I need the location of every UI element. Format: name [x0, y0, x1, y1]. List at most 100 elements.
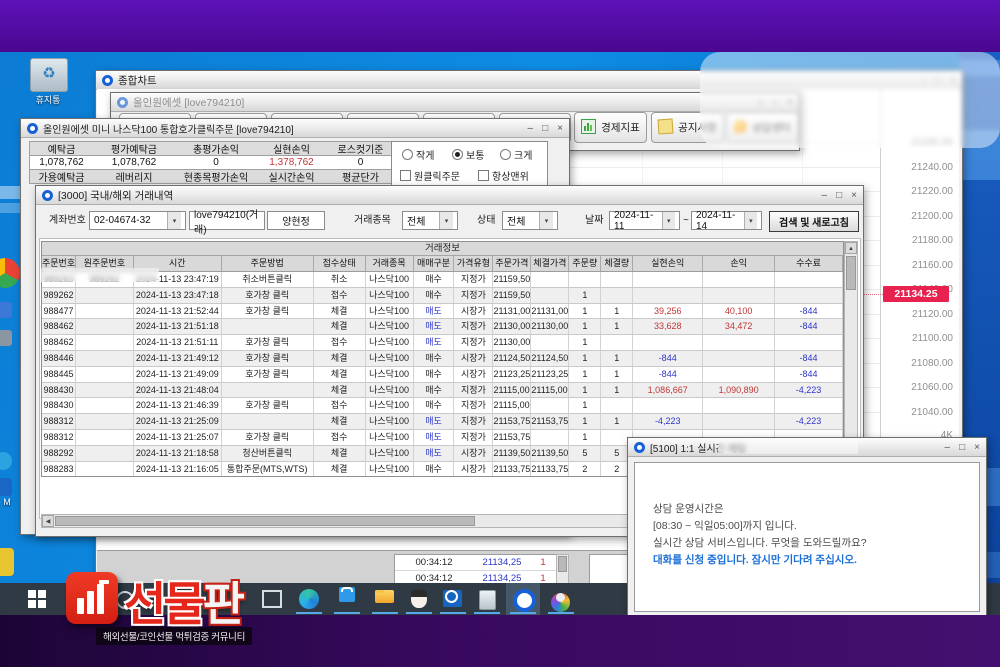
- table-row[interactable]: 9884622024-11-13 21:51:18체결나스닥100매도지정가21…: [42, 319, 843, 335]
- column-header[interactable]: 매매구분: [414, 256, 455, 271]
- date-to-select[interactable]: 2024-11-14▾: [691, 211, 762, 230]
- account-name-field[interactable]: 양현정: [267, 211, 325, 230]
- support-center-button[interactable]: 상담센터: [726, 112, 799, 143]
- minimize-icon[interactable]: –: [822, 190, 828, 201]
- table-cell: 988430: [42, 383, 76, 398]
- chat-message-area[interactable]: 상담 운영시간은 [08:30 ~ 익일05:00]까지 입니다. 실시간 상담…: [634, 462, 980, 612]
- table-cell: 호가창 클릭: [222, 430, 314, 445]
- close-icon[interactable]: ×: [851, 190, 857, 201]
- table-cell: 21159,500: [493, 272, 531, 287]
- table-cell: 21124,500: [493, 351, 531, 366]
- scroll-left-icon[interactable]: ◀: [42, 515, 54, 527]
- table-cell: 체결: [314, 383, 366, 398]
- table-cell: -4,223: [775, 414, 843, 429]
- column-header[interactable]: 거래종목: [366, 256, 414, 271]
- status-select[interactable]: 전체▾: [502, 211, 558, 230]
- desktop-shortcut-icon[interactable]: [0, 548, 14, 576]
- table-row[interactable]: 9884452024-11-13 21:49:09호가창 클릭체결나스닥100매…: [42, 367, 843, 383]
- column-header[interactable]: 주문가격: [493, 256, 531, 271]
- symbol-select[interactable]: 전체▾: [402, 211, 458, 230]
- column-header[interactable]: 주문량: [569, 256, 601, 271]
- size-radio-large[interactable]: 크게: [500, 147, 532, 162]
- table-cell: [633, 335, 703, 350]
- close-icon[interactable]: ×: [950, 75, 956, 86]
- deposit-value: 0: [326, 155, 396, 170]
- asset-window-titlebar[interactable]: 올인원에셋 [love794210] ○ – ×: [111, 93, 799, 112]
- date-from-select[interactable]: 2024-11-11▾: [609, 211, 680, 230]
- size-radio-normal[interactable]: 보통: [452, 147, 484, 162]
- minimize-icon[interactable]: –: [773, 97, 779, 108]
- always-on-top-checkbox[interactable]: 항상맨위: [478, 168, 529, 183]
- scroll-up-icon[interactable]: ▲: [845, 242, 857, 254]
- history-window-titlebar[interactable]: [3000] 국내/해외 거래내역 – □ ×: [36, 186, 863, 205]
- table-cell: 호가창 클릭: [222, 304, 314, 319]
- deposit-value: 1,378,762: [257, 155, 327, 170]
- checkbox-icon: [400, 170, 411, 181]
- chat-window-titlebar[interactable]: [5100] 1:1 실시간 채팅 – □ ×: [628, 438, 986, 457]
- column-header[interactable]: 주문번호: [42, 256, 76, 271]
- qq-taskbar-icon[interactable]: [408, 588, 430, 610]
- task-view-taskbar-icon[interactable]: [260, 588, 282, 610]
- table-row[interactable]: 9884622024-11-13 21:51:11호가창 클릭접수나스닥100매…: [42, 335, 843, 351]
- close-icon[interactable]: ×: [557, 123, 563, 134]
- chart-window-titlebar[interactable]: 종합차트 – □ ×: [96, 71, 962, 90]
- watermark-tagline: 해외선물/코인선물 먹튀검증 커뮤니티: [96, 627, 252, 645]
- table-row[interactable]: 9884462024-11-13 21:49:12호가창 클릭체결나스닥100매…: [42, 351, 843, 367]
- chevron-down-icon: ▾: [167, 212, 181, 229]
- table-row[interactable]: 9884302024-11-13 21:46:39호가창 클릭접수나스닥100매…: [42, 398, 843, 414]
- file-explorer-taskbar-icon[interactable]: [374, 588, 396, 610]
- maximize-icon[interactable]: □: [959, 442, 965, 453]
- column-header[interactable]: 체결량: [601, 256, 633, 271]
- table-row[interactable]: 9892639892622024-11-13 23:47:19취소버튼클릭취소나…: [42, 272, 843, 288]
- minimize-icon[interactable]: –: [921, 75, 927, 86]
- table-row[interactable]: 9884302024-11-13 21:48:04체결나스닥100매수지정가21…: [42, 383, 843, 399]
- column-header[interactable]: 실현손익: [633, 256, 703, 271]
- column-header[interactable]: 가격유형: [454, 256, 493, 271]
- store-taskbar-icon[interactable]: [336, 588, 358, 610]
- column-header[interactable]: 접수상태: [314, 256, 366, 271]
- close-icon[interactable]: ×: [787, 97, 793, 108]
- minimize-icon[interactable]: –: [528, 123, 534, 134]
- maximize-icon[interactable]: □: [836, 190, 842, 201]
- close-icon[interactable]: ×: [974, 442, 980, 453]
- edge-taskbar-icon[interactable]: [298, 588, 320, 610]
- history-window-title: [3000] 국내/해외 거래내역: [58, 188, 173, 203]
- notepad-taskbar-icon[interactable]: [476, 588, 498, 610]
- one-click-order-checkbox[interactable]: 원클릭주문: [400, 168, 460, 183]
- table-cell: 21130,000: [531, 319, 569, 334]
- start-button[interactable]: [28, 590, 46, 608]
- size-radio-small[interactable]: 작게: [402, 147, 434, 162]
- economic-indicators-button[interactable]: 경제지표: [574, 112, 647, 143]
- table-cell: 지정가: [454, 430, 493, 445]
- column-header[interactable]: 체결가격: [531, 256, 569, 271]
- search-refresh-button[interactable]: 검색 및 새로고침: [769, 211, 859, 232]
- table-cell: 21130,000: [493, 335, 531, 350]
- desktop-shortcut-icon[interactable]: [0, 478, 12, 496]
- maximize-icon[interactable]: □: [935, 75, 941, 86]
- desktop-shortcut-icon[interactable]: [0, 302, 12, 318]
- column-header[interactable]: 수수료: [775, 256, 843, 271]
- table-cell: [222, 319, 314, 334]
- column-header[interactable]: 시간: [134, 256, 222, 271]
- notices-button[interactable]: 공지사항: [651, 112, 724, 143]
- trading-app-taskbar-icon[interactable]: [512, 588, 534, 610]
- pin-icon[interactable]: ○: [758, 97, 764, 108]
- minimize-icon[interactable]: –: [945, 442, 951, 453]
- table-cell: 33,628: [633, 319, 703, 334]
- table-row[interactable]: 9883122024-11-13 21:25:09체결나스닥100매도지정가21…: [42, 414, 843, 430]
- table-row[interactable]: 9884772024-11-13 21:52:44호가창 클릭체결나스닥100매…: [42, 304, 843, 320]
- column-header[interactable]: 주문방법: [222, 256, 314, 271]
- column-header[interactable]: 원주문번호: [76, 256, 134, 271]
- time-sales-row[interactable]: 00:34:1221134,251: [395, 555, 557, 571]
- account-select[interactable]: 02-04674-32▾: [89, 211, 186, 230]
- paint-taskbar-icon[interactable]: [550, 588, 572, 610]
- desktop-shortcut-icon[interactable]: [0, 330, 12, 346]
- account-id-field[interactable]: love794210(거래): [189, 211, 265, 230]
- outlook-taskbar-icon[interactable]: [442, 588, 464, 610]
- column-header[interactable]: 손익: [703, 256, 775, 271]
- maximize-icon[interactable]: □: [542, 123, 548, 134]
- table-cell: 988312: [42, 430, 76, 445]
- order-window-titlebar[interactable]: 올인원에셋 미니 나스닥100 통합호가클릭주문 [love794210] – …: [21, 119, 569, 138]
- table-row[interactable]: 9892622024-11-13 23:47:18호가창 클릭접수나스닥100매…: [42, 288, 843, 304]
- recycle-bin-icon[interactable]: ♻: [30, 58, 68, 92]
